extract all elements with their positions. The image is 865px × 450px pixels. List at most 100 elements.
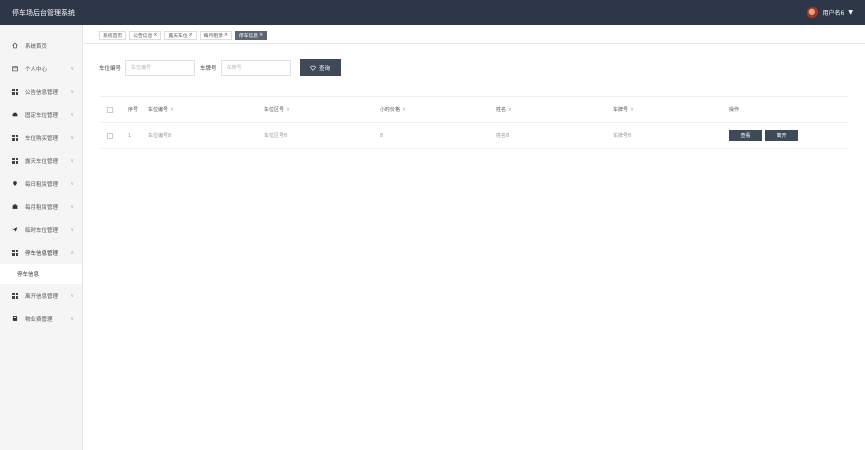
col-space-no[interactable]: 车位编号 ⇕ [148,106,264,113]
tab-label: 停车信息 [238,34,259,39]
tab-home[interactable]: 系统首页 [99,31,127,40]
space-no-label: 车位编号 [99,65,122,72]
app-title: 停车场后台管理系统 [12,8,75,17]
chevron-down-icon: ∨ [70,315,74,322]
plate-label: 车牌号 [200,65,217,72]
car-icon [12,112,18,118]
chevron-down-icon: ∨ [70,203,74,210]
plane-icon [12,227,18,233]
tab-label: 公告信息 [133,34,153,39]
search-button[interactable]: 查询 [299,59,341,76]
sidebar-item-personal-center[interactable]: 个人中心 ∨ [0,57,82,80]
cell-index: 1 [128,132,132,139]
tab-label: 系统首页 [103,34,123,39]
chevron-down-icon: ∨ [70,88,74,95]
cell-name: 姓名8 [496,133,510,139]
col-zone-no[interactable]: 车位区号 ⇕ [264,106,380,113]
caret-down-icon[interactable]: ▼ [848,9,853,16]
tab-monthly-rental[interactable]: 每月租赁 × [199,31,232,40]
tab-label: 每月租赁 [203,34,223,39]
grid-icon [12,134,18,141]
sidebar-subitem-parking-info[interactable]: 停车信息 [0,264,82,284]
tab-parking-info[interactable]: 停车信息 × [234,31,268,40]
tab-label: 露天车位 [168,34,188,39]
cell-actions: 查看 离开 [729,130,829,141]
sort-icon[interactable]: ⇕ [402,108,406,113]
col-zone-no-label: 车位区号 [264,107,285,113]
grid-icon [12,157,18,164]
chevron-up-icon: ∧ [70,249,74,256]
sidebar-item-label: 每月租赁管理 [25,204,59,211]
calculator-icon [12,316,18,322]
search-button-label: 查询 [319,65,331,72]
sidebar-item-label: 离开信息管理 [25,293,59,300]
calendar-icon [12,66,18,72]
sidebar-item-home[interactable]: 系统首页 [0,34,82,57]
sidebar-item-daily-rental-management[interactable]: 每日租赁管理 ∨ [0,172,82,195]
sidebar-item-label: 临时车位管理 [25,227,59,234]
sidebar-item-open-air-space-management[interactable]: 露天车位管理 ∨ [0,149,82,172]
chevron-down-icon: ∨ [70,65,74,72]
cell-plate: 车牌号8 [613,133,632,139]
home-icon [12,42,18,49]
sidebar-item-label: 车位购买管理 [25,135,59,142]
close-icon[interactable]: × [153,33,157,38]
sidebar-item-label: 露天车位管理 [25,158,59,165]
close-icon[interactable]: × [224,33,228,38]
sidebar-item-leave-info-management[interactable]: 离开信息管理 ∨ [0,284,82,307]
cell-hourly-price: 8 [380,132,384,139]
tab-bar: 系统首页 公告信息 × 露天车位 × 每月租赁 × 停车信息 × [99,31,268,40]
cell-zone-no: 车位区号8 [264,133,288,139]
tab-open-air-space[interactable]: 露天车位 × [164,31,197,40]
chevron-down-icon: ∨ [70,111,74,118]
sidebar-item-fixed-space-management[interactable]: 固定车位管理 ∨ [0,103,82,126]
grid-icon [12,249,18,256]
col-hourly-price[interactable]: 小时价格 ⇕ [380,106,496,113]
sidebar-item-label: 个人中心 [25,66,48,73]
user-menu[interactable]: 用户名6 ▼ [806,6,853,19]
sidebar-item-parking-info-management[interactable]: 停车信息管理 ∧ [0,241,82,264]
sidebar-item-label: 固定车位管理 [25,112,59,119]
briefcase-icon [12,204,18,210]
sidebar-item-label: 系统首页 [25,43,48,50]
sidebar-item-space-purchase-management[interactable]: 车位购买管理 ∨ [0,126,82,149]
sidebar-item-property-fee-management[interactable]: 物业费管理 ∨ [0,307,82,330]
leave-button[interactable]: 离开 [765,130,798,141]
sidebar-item-temporary-space-management[interactable]: 临时车位管理 ∨ [0,218,82,241]
row-checkbox[interactable] [107,132,113,139]
heart-icon [310,65,316,71]
col-index: 序号 [128,107,139,113]
chevron-down-icon: ∨ [70,157,74,164]
col-plate-label: 车牌号 [613,107,629,113]
select-all-cell [107,106,115,113]
col-space-no-label: 车位编号 [148,107,169,113]
sidebar-item-monthly-rental-management[interactable]: 每月租赁管理 ∨ [0,195,82,218]
tab-notice-info[interactable]: 公告信息 × [129,31,162,40]
grid-icon [12,88,18,95]
plate-input[interactable] [220,59,291,76]
parking-info-table: 序号 车位编号 ⇕ 车位区号 ⇕ 小时价格 ⇕ 姓名 ⇕ 车牌号 ⇕ 操作 1 车位编号 8… [101,96,848,149]
view-button[interactable]: 查看 [729,130,762,141]
avatar[interactable] [806,6,819,19]
tab-divider [83,43,865,44]
sidebar-item-label: 每日租赁管理 [25,181,59,188]
col-name[interactable]: 姓名 ⇕ [496,106,613,113]
sort-icon[interactable]: ⇕ [508,108,512,113]
close-icon[interactable]: × [189,33,193,38]
sort-icon[interactable]: ⇕ [170,108,174,113]
sidebar: 系统首页 个人中心 ∨ 公告信息管理 ∨ 固定车位管理 ∨ 车位购买管理 ∨ 露… [0,25,83,450]
row-select-cell [107,132,115,139]
col-plate[interactable]: 车牌号 ⇕ [613,106,729,113]
space-no-input[interactable] [125,59,196,76]
close-icon[interactable]: × [259,33,263,38]
sort-icon[interactable]: ⇕ [286,108,290,113]
search-bar: 车位编号 车牌号 查询 [99,59,341,76]
chevron-down-icon: ∨ [70,134,74,141]
grid-icon [12,292,18,299]
user-name[interactable]: 用户名6 [823,8,845,17]
sort-icon[interactable]: ⇕ [630,108,634,113]
table-header: 序号 车位编号 ⇕ 车位区号 ⇕ 小时价格 ⇕ 姓名 ⇕ 车牌号 ⇕ 操作 [101,97,848,123]
top-bar: 停车场后台管理系统 用户名6 ▼ [0,0,865,25]
sidebar-item-notice-management[interactable]: 公告信息管理 ∨ [0,80,82,103]
select-all-checkbox[interactable] [107,106,113,113]
